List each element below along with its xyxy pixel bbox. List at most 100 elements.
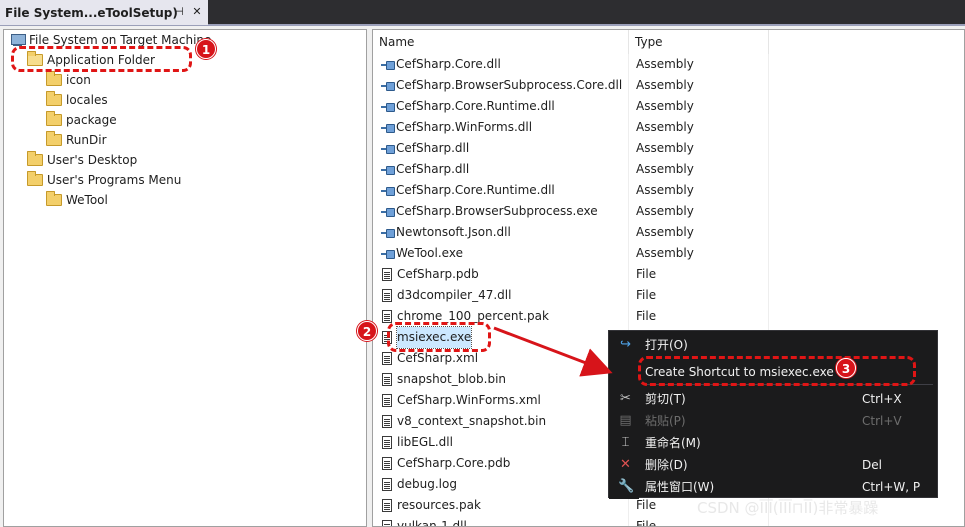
list-row[interactable]: CefSharp.Core.Runtime.dll Assembly <box>373 96 964 117</box>
tree-item-wetool[interactable]: WeTool <box>46 190 108 210</box>
pin-icon[interactable]: ⊣ <box>172 5 186 19</box>
list-row[interactable]: CefSharp.WinForms.dll Assembly <box>373 117 964 138</box>
tree-item-rundir[interactable]: RunDir <box>46 130 107 150</box>
row-type: File <box>636 288 657 302</box>
row-name: CefSharp.WinForms.xml <box>397 393 541 407</box>
file-icon <box>382 352 392 365</box>
row-name-cell: vulkan-1.dll <box>381 516 467 527</box>
list-row[interactable]: CefSharp.pdb File <box>373 264 964 285</box>
column-header-type[interactable]: Type <box>629 30 769 54</box>
menu-item-label: 属性窗口(W) <box>645 480 715 494</box>
tree-item-locales[interactable]: locales <box>46 90 108 110</box>
file-icon <box>382 520 392 526</box>
tab-file-system[interactable]: File System...eToolSetup) ⊣ ✕ <box>0 0 208 25</box>
menu-item[interactable]: ✕ 删除(D) Del <box>609 454 939 476</box>
row-name-cell: CefSharp.Core.Runtime.dll <box>381 180 555 201</box>
row-name: CefSharp.Core.pdb <box>397 456 511 470</box>
menu-item[interactable]: ⌶ 重命名(M) <box>609 432 939 454</box>
row-name: CefSharp.Core.dll <box>396 57 501 71</box>
folder-icon <box>46 131 62 146</box>
menu-item-label: 粘贴(P) <box>645 414 686 428</box>
list-row[interactable]: CefSharp.dll Assembly <box>373 159 964 180</box>
list-row[interactable]: CefSharp.Core.dll Assembly <box>373 54 964 75</box>
row-type: Assembly <box>636 162 694 176</box>
assembly-icon <box>381 81 395 91</box>
menu-item-label: 重命名(M) <box>645 436 701 450</box>
menu-item[interactable]: ↪ 打开(O) <box>609 334 939 356</box>
column-header-name[interactable]: Name <box>373 30 629 54</box>
file-icon <box>382 268 392 281</box>
row-name: resources.pak <box>397 498 481 512</box>
menu-item-shortcut: Ctrl+W, P <box>862 480 921 494</box>
assembly-icon <box>381 186 395 196</box>
file-icon <box>382 289 392 302</box>
list-row[interactable]: Newtonsoft.Json.dll Assembly <box>373 222 964 243</box>
row-name-cell: CefSharp.Core.dll <box>381 54 501 75</box>
row-name: vulkan-1.dll <box>397 519 467 527</box>
file-icon <box>382 436 392 449</box>
step-badge-1: 1 <box>196 39 216 59</box>
row-name-cell: v8_context_snapshot.bin <box>381 411 546 432</box>
list-row[interactable]: CefSharp.dll Assembly <box>373 138 964 159</box>
menu-item[interactable]: ✂ 剪切(T) Ctrl+X <box>609 388 939 410</box>
row-name: CefSharp.dll <box>396 162 470 176</box>
menu-item-label: 打开(O) <box>645 338 688 352</box>
row-name: snapshot_blob.bin <box>397 372 507 386</box>
row-name: CefSharp.BrowserSubprocess.exe <box>396 204 598 218</box>
assembly-icon <box>381 123 395 133</box>
assembly-icon <box>381 207 395 217</box>
menu-item-label: 剪切(T) <box>645 392 686 406</box>
file-icon <box>382 478 392 491</box>
list-row[interactable]: CefSharp.BrowserSubprocess.exe Assembly <box>373 201 964 222</box>
file-icon <box>382 373 392 386</box>
list-row[interactable]: CefSharp.BrowserSubprocess.Core.dll Assem… <box>373 75 964 96</box>
document-tab-strip: File System...eToolSetup) ⊣ ✕ <box>0 0 965 26</box>
assembly-icon <box>381 60 395 70</box>
row-type: File <box>636 267 657 281</box>
file-icon <box>382 499 392 512</box>
tree-item-icon[interactable]: icon <box>46 70 91 90</box>
list-row[interactable]: WeTool.exe Assembly <box>373 243 964 264</box>
rename-icon: ⌶ <box>621 435 630 450</box>
menu-item-shortcut: Del <box>862 458 882 472</box>
paste-icon: ▤ <box>619 413 632 428</box>
row-name: CefSharp.Core.Runtime.dll <box>396 183 555 197</box>
row-type: File <box>636 519 657 527</box>
tree-item-users-programs-menu[interactable]: User's Programs Menu <box>27 170 181 190</box>
row-type: Assembly <box>636 246 694 260</box>
row-type: Assembly <box>636 78 694 92</box>
tree-item-label: WeTool <box>66 193 108 207</box>
assembly-icon <box>381 165 395 175</box>
tree-item-package[interactable]: package <box>46 110 117 130</box>
tree-item-label: package <box>66 113 117 127</box>
row-name: d3dcompiler_47.dll <box>397 288 512 302</box>
row-name-cell: snapshot_blob.bin <box>381 369 506 390</box>
row-name: v8_context_snapshot.bin <box>397 414 547 428</box>
row-name-cell: CefSharp.Core.Runtime.dll <box>381 96 555 117</box>
file-icon <box>382 415 392 428</box>
list-row[interactable]: CefSharp.Core.Runtime.dll Assembly <box>373 180 964 201</box>
folder-icon <box>46 71 62 86</box>
tab-title: File System...eToolSetup) <box>5 5 178 20</box>
row-type: Assembly <box>636 141 694 155</box>
assembly-icon <box>381 102 395 112</box>
row-type: Assembly <box>636 120 694 134</box>
row-type: Assembly <box>636 225 694 239</box>
row-name: CefSharp.WinForms.dll <box>396 120 533 134</box>
highlight-box-1 <box>11 46 192 72</box>
row-name: WeTool.exe <box>396 246 463 260</box>
assembly-icon <box>381 228 395 238</box>
folder-icon <box>27 171 43 186</box>
row-name-cell: CefSharp.dll <box>381 138 469 159</box>
delete-icon: ✕ <box>620 457 631 472</box>
tree-item-label: locales <box>66 93 108 107</box>
tree-item-users-desktop[interactable]: User's Desktop <box>27 150 137 170</box>
folder-icon <box>27 151 43 166</box>
row-type: File <box>636 309 657 323</box>
close-icon[interactable]: ✕ <box>190 5 204 19</box>
menu-item-shortcut: Ctrl+V <box>862 414 902 428</box>
assembly-icon <box>381 144 395 154</box>
menu-item[interactable]: 🔧 属性窗口(W) Ctrl+W, P <box>609 476 939 498</box>
list-row[interactable]: d3dcompiler_47.dll File <box>373 285 964 306</box>
highlight-box-2 <box>387 322 491 352</box>
